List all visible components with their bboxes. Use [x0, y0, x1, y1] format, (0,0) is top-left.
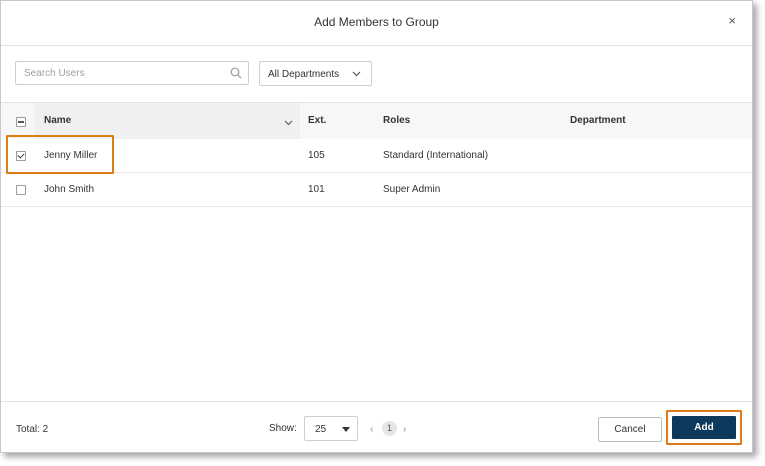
caret-down-icon [342, 427, 350, 432]
select-all-checkbox[interactable] [16, 117, 26, 127]
search-input[interactable] [16, 62, 224, 84]
department-dropdown-label: All Departments [268, 69, 340, 80]
table-row[interactable]: John Smith 101 Super Admin [1, 173, 752, 207]
cancel-button[interactable]: Cancel [598, 417, 662, 442]
dialog-footer: Total: 2 Show: 25 ‹ 1 › Cancel [1, 401, 752, 453]
row-checkbox[interactable] [16, 185, 26, 195]
sort-chevron-icon[interactable] [284, 118, 293, 127]
name-column-header-bg [35, 103, 300, 139]
page-size-value: 25 [315, 424, 327, 435]
add-button-highlight: Add [666, 410, 742, 445]
chevron-down-icon [352, 71, 361, 77]
add-members-dialog: Add Members to Group × All Departments N… [0, 0, 753, 453]
show-label: Show: [269, 423, 297, 434]
page-size-select[interactable]: 25 [304, 416, 358, 441]
next-page-icon[interactable]: › [403, 424, 406, 435]
name-highlight-box [6, 135, 114, 174]
column-header-name[interactable]: Name [44, 115, 71, 126]
row-ext: 105 [308, 150, 325, 161]
toolbar: All Departments [1, 45, 752, 102]
row-ext: 101 [308, 184, 325, 195]
row-name: John Smith [44, 184, 95, 195]
search-icon[interactable] [230, 67, 242, 79]
row-role: Standard (International) [383, 150, 489, 161]
column-header-roles[interactable]: Roles [383, 115, 410, 126]
search-box [15, 61, 249, 85]
column-header-department[interactable]: Department [570, 115, 626, 126]
close-icon[interactable]: × [728, 14, 736, 28]
department-dropdown[interactable]: All Departments [259, 61, 372, 86]
row-role: Super Admin [383, 184, 441, 195]
add-button[interactable]: Add [672, 416, 736, 439]
dialog-title: Add Members to Group [314, 15, 439, 29]
total-count: Total: 2 [16, 424, 49, 435]
prev-page-icon[interactable]: ‹ [370, 424, 373, 435]
column-header-ext[interactable]: Ext. [308, 115, 326, 126]
dialog-header: Add Members to Group × [1, 1, 752, 46]
page-1-button[interactable]: 1 [382, 421, 397, 436]
